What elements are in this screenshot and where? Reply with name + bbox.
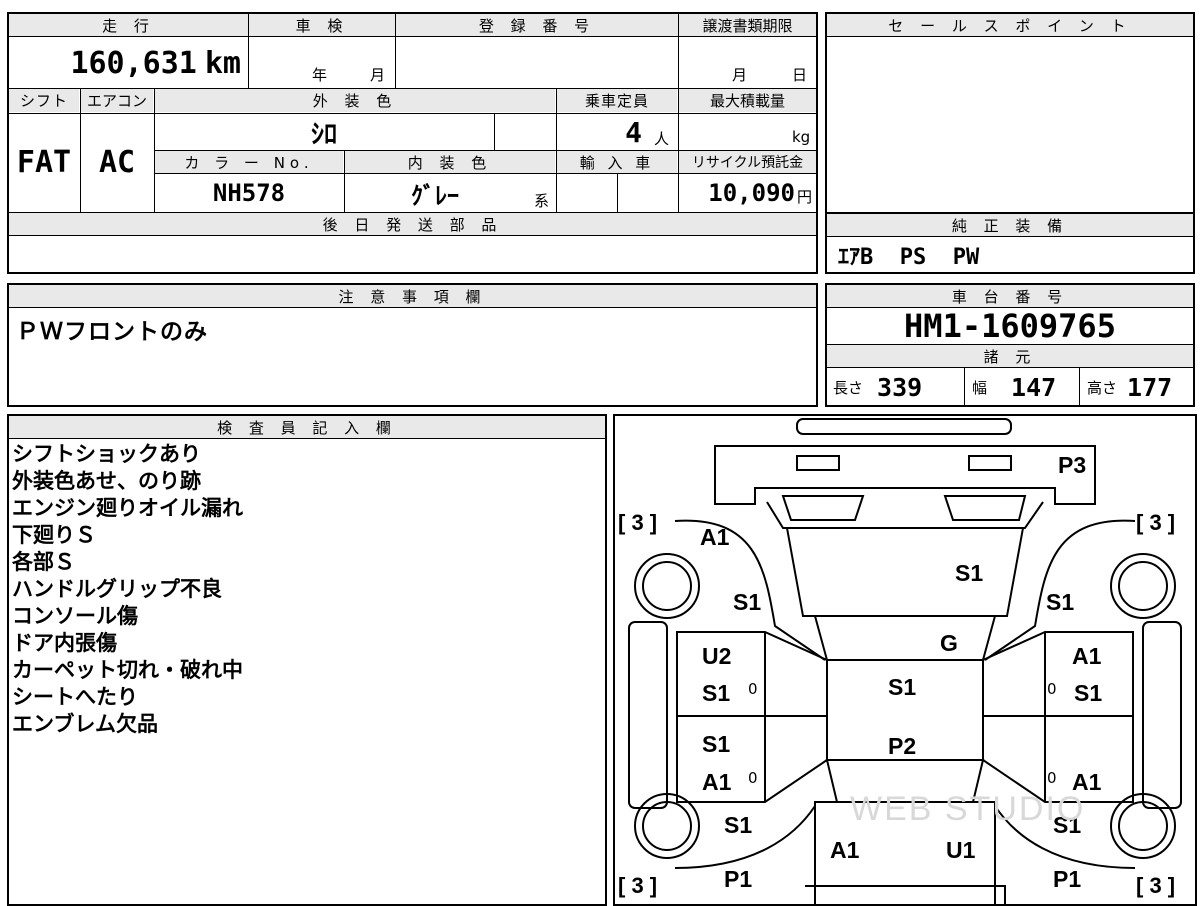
recycle-fee-value: 10,090 円 (679, 175, 816, 211)
damage-mark: S1 (888, 674, 917, 700)
inspection-header: 車 検 (249, 14, 395, 36)
mileage-unit: km (204, 45, 241, 81)
damage-mark: A1 (1072, 643, 1102, 669)
watermark: WEB STUDIO (850, 790, 1086, 828)
inspection-month-label: 月 (370, 66, 386, 84)
genuine-equipment-value: ｴｱB PS PW (838, 245, 980, 270)
height-label: 高さ (1087, 378, 1118, 397)
width-value: 147 (1011, 372, 1057, 402)
capacity-header: 乗車定員 (557, 89, 677, 112)
max-load-header: 最大積載量 (679, 89, 816, 112)
inspector-line: エンブレム欠品 (12, 712, 158, 736)
recycle-fee-number: 10,090 (708, 179, 795, 207)
tire-depth-front-left: [ 3 ] (618, 510, 658, 535)
damage-mark: P1 (1053, 866, 1082, 892)
interior-color-value: ｸﾞﾚｰ (411, 181, 459, 210)
notes-header: 注 意 事 項 欄 (9, 285, 816, 307)
transfer-deadline-header: 譲渡書類期限 (679, 14, 816, 36)
damage-mark: S1 (955, 560, 984, 586)
damage-mark: G (940, 630, 958, 656)
capacity-value: 4 人 (557, 114, 677, 150)
damage-mark: S1 (724, 812, 753, 838)
height-spec: 高さ 177 (1087, 370, 1193, 404)
import-car-header: 輸 入 車 (557, 151, 677, 173)
recycle-fee-header: リサイクル預託金 (679, 151, 816, 173)
max-load-unit: kg (792, 128, 811, 146)
height-value: 177 (1127, 372, 1173, 402)
chassis-header: 車 台 番 号 (827, 285, 1193, 307)
capacity-unit: 人 (653, 129, 669, 148)
mileage-header: 走 行 (9, 14, 248, 36)
interior-color-header: 内 装 色 (345, 151, 555, 173)
interior-suffix: 系 (534, 192, 550, 210)
color-number-value: NH578 (212, 179, 286, 207)
chassis-number: HM1-1609765 (904, 307, 1116, 345)
inspector-line: ドア内張傷 (12, 631, 117, 655)
inspector-line: エンジン廻りオイル漏れ (12, 496, 243, 520)
mileage-value: 160,631 km (9, 40, 245, 86)
sales-point-box (825, 12, 1195, 214)
damage-mark: S1 (702, 680, 731, 706)
exterior-color-value: ｼﾛ (310, 119, 337, 150)
genuine-equipment-header: 純 正 装 備 (827, 214, 1193, 236)
door-marker: 0 (748, 680, 758, 698)
damage-mark: S1 (1046, 589, 1075, 615)
damage-mark: S1 (1074, 680, 1103, 706)
notes-value: ＰＷフロントのみ (16, 319, 208, 345)
inspector-line: 各部Ｓ (12, 550, 75, 574)
inspector-line: ハンドルグリップ不良 (12, 577, 222, 601)
damage-mark: P2 (888, 733, 917, 759)
registration-header: 登 録 番 号 (396, 14, 678, 36)
length-spec: 長さ 339 (833, 370, 963, 404)
transfer-month-label: 月 (732, 66, 748, 84)
damage-mark: A1 (700, 524, 730, 550)
color-number-header: カ ラ ー No. (155, 151, 343, 173)
inspection-year-label: 年 (312, 66, 328, 84)
transfer-day-label: 日 (792, 66, 808, 84)
width-spec: 幅 147 (972, 370, 1078, 404)
ac-header: エアコン (81, 89, 153, 112)
inspector-header: 検 査 員 記 入 欄 (9, 416, 605, 438)
width-label: 幅 (972, 378, 988, 397)
damage-mark: A1 (702, 769, 732, 795)
inspector-line: 下廻りＳ (12, 523, 96, 547)
tire-depth-rear-right: [ 3 ] (1136, 873, 1176, 898)
length-label: 長さ (833, 378, 864, 397)
capacity-number: 4 (625, 115, 642, 149)
damage-mark: U2 (702, 643, 732, 669)
sales-point-header: セ ー ル ス ポ イ ン ト (827, 14, 1193, 36)
damage-mark: U1 (946, 837, 976, 863)
damage-mark: S1 (733, 589, 762, 615)
shift-value: FAT (16, 145, 72, 180)
inspector-line: シフトショックあり (12, 442, 201, 466)
door-marker: 0 (1047, 769, 1057, 787)
recycle-fee-unit: 円 (796, 187, 812, 206)
damage-mark: P3 (1058, 452, 1087, 478)
inspector-notes: シフトショックあり 外装色あせ、のり跡 エンジン廻りオイル漏れ 下廻りＳ 各部Ｓ… (12, 441, 243, 738)
shift-header: シフト (9, 89, 79, 112)
damage-mark: P1 (724, 866, 753, 892)
damage-mark: S1 (702, 731, 731, 757)
tire-depth-front-right: [ 3 ] (1136, 510, 1176, 535)
mileage-number: 160,631 (70, 45, 197, 81)
door-marker: 0 (1047, 680, 1057, 698)
inspector-line: カーペット切れ・破れ中 (12, 658, 243, 682)
specs-header: 諸 元 (827, 345, 1193, 367)
damage-mark: A1 (830, 837, 860, 863)
inspector-line: 外装色あせ、のり跡 (12, 469, 201, 493)
door-marker: 0 (748, 769, 758, 787)
inspector-line: シートへたり (12, 685, 138, 709)
inspector-line: コンソール傷 (12, 604, 138, 628)
length-value: 339 (877, 372, 923, 402)
later-parts-header: 後 日 発 送 部 品 (9, 213, 816, 235)
tire-depth-rear-left: [ 3 ] (618, 873, 658, 898)
ac-value: AC (98, 145, 136, 180)
exterior-color-header: 外 装 色 (155, 89, 555, 112)
